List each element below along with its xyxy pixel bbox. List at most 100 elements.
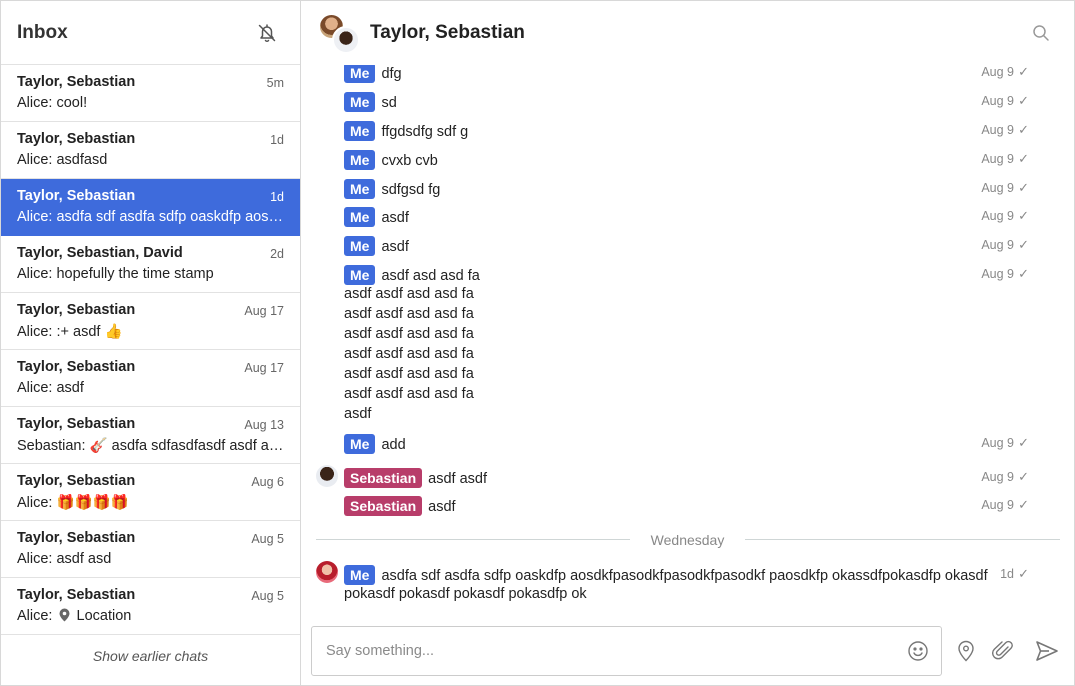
chat-list-item[interactable]: Taylor, Sebastian, David 2d Alice: hopef…	[1, 236, 300, 293]
chat-list-item[interactable]: Taylor, Sebastian 1d Alice: asdfasd	[1, 122, 300, 179]
chat-name: Taylor, Sebastian	[17, 416, 136, 432]
chat-time: 1d	[270, 190, 284, 204]
sent-check-icon: ✓	[1018, 151, 1029, 166]
message-line: asdf asdf asd asd fa	[344, 326, 474, 342]
sender-badge: Sebastian	[344, 468, 423, 488]
my-avatar	[316, 561, 338, 583]
search-button[interactable]	[1032, 24, 1050, 42]
sent-check-icon: ✓	[1018, 93, 1029, 108]
chat-time: 1d	[270, 133, 284, 147]
chat-time: Aug 6	[251, 475, 284, 489]
chat-list-item-selected[interactable]: Taylor, Sebastian 1d Alice: asdfa sdf as…	[1, 179, 300, 236]
chat-name: Taylor, Sebastian	[17, 131, 136, 147]
message: Me sdfgsd fg Aug 9 ✓	[344, 179, 1044, 199]
sent-check-icon: ✓	[1018, 65, 1029, 79]
sender-badge: Me	[344, 121, 376, 141]
message-line: asdf	[344, 406, 372, 422]
show-earlier-chats-link[interactable]: Show earlier chats	[1, 648, 300, 664]
message-composer	[311, 626, 942, 676]
sender-badge: Me	[344, 179, 376, 199]
location-pin-icon	[59, 608, 69, 622]
conversation-header: Taylor, Sebastian	[301, 1, 1074, 65]
chat-name: Taylor, Sebastian	[17, 359, 136, 375]
chat-list-item[interactable]: Taylor, Sebastian Aug 5 Alice: Location	[1, 578, 300, 635]
message: Me asdf Aug 9 ✓	[344, 236, 1044, 256]
chat-name: Taylor, Sebastian	[17, 473, 136, 489]
sent-check-icon: ✓	[1018, 497, 1029, 512]
share-location-button[interactable]	[955, 639, 977, 663]
message-continuation: asdf asdf asd asd fa asdf asdf asd asd f…	[344, 284, 474, 424]
message-time: 1d	[1000, 567, 1014, 581]
message-line: asdf asdf asd asd fa	[344, 286, 474, 302]
send-button[interactable]	[1035, 640, 1059, 662]
chat-list-item[interactable]: Taylor, Sebastian Aug 5 Alice: asdf asd	[1, 521, 300, 578]
chat-time: 5m	[266, 76, 284, 90]
emoji-icon	[908, 641, 928, 661]
message-text: asdf asdf	[428, 471, 487, 487]
message: Me sd Aug 9 ✓	[344, 92, 1044, 112]
message-line: asdf asdf asd asd fa	[344, 306, 474, 322]
paperclip-icon	[992, 640, 1013, 660]
conversation-panel: Taylor, Sebastian Me dfg Aug 9 ✓ Me sd Aug…	[301, 1, 1074, 685]
chat-name: Taylor, Sebastian	[17, 302, 136, 318]
message-time: Aug 9	[981, 470, 1014, 484]
conversation-title: Taylor, Sebastian	[370, 22, 525, 43]
message-time: Aug 9	[981, 436, 1014, 450]
message-time: Aug 9	[981, 152, 1014, 166]
sender-badge: Me	[344, 207, 376, 227]
message-time: Aug 9	[981, 209, 1014, 223]
chat-name: Taylor, Sebastian	[17, 587, 136, 603]
chat-list-item[interactable]: Taylor, Sebastian Aug 17 Alice: asdf	[1, 350, 300, 407]
message: Sebastian asdf Aug 9 ✓	[344, 496, 1044, 516]
chat-time: 2d	[270, 247, 284, 261]
message-list: Me dfg Aug 9 ✓ Me sd Aug 9 ✓ Me ffgdsdfg sd…	[301, 65, 1074, 610]
message: Me add Aug 9 ✓	[344, 434, 1044, 454]
inbox-title: Inbox	[17, 22, 68, 43]
message-line: asdf asdf asd asd fa	[344, 346, 474, 362]
message-time: Aug 9	[981, 123, 1014, 137]
inbox-header: Inbox	[1, 1, 300, 65]
message-text: add	[381, 437, 406, 453]
chat-name: Taylor, Sebastian	[17, 530, 136, 546]
message-text: asdfa sdf asdfa sdfp oaskdfp aosdkfpasod…	[381, 568, 988, 584]
message-text: sd	[381, 95, 397, 111]
sent-check-icon: ✓	[1018, 122, 1029, 137]
chat-preview: Alice: hopefully the time stamp	[17, 266, 214, 282]
chat-preview: Alice: asdfasd	[17, 152, 108, 168]
message-text: dfg	[381, 66, 402, 82]
chat-list-item[interactable]: Taylor, Sebastian Aug 17 Alice: :+ asdf …	[1, 293, 300, 350]
chat-list-item[interactable]: Taylor, Sebastian Aug 13 Sebastian: 🎸 as…	[1, 407, 300, 464]
chat-time: Aug 5	[251, 532, 284, 546]
send-icon	[1036, 641, 1058, 661]
emoji-button[interactable]	[907, 640, 929, 662]
chat-list-item[interactable]: Taylor, Sebastian Aug 6 Alice: 🎁🎁🎁🎁	[1, 464, 300, 521]
chat-preview: Alice: 🎁🎁🎁🎁	[17, 495, 129, 511]
message-line: pokasdf pokasdf pokasdf pokasdfp ok	[344, 586, 587, 602]
message-text: asdf asd asd fa	[381, 268, 480, 284]
chat-preview: Alice: :+ asdf 👍	[17, 324, 123, 340]
chat-time: Aug 17	[244, 361, 284, 375]
chat-list: Taylor, Sebastian 5m Alice: cool! Taylor…	[1, 65, 300, 635]
location-pin-icon	[958, 640, 974, 662]
sender-badge: Me	[344, 565, 376, 585]
attach-file-button[interactable]	[992, 639, 1014, 663]
mute-notifications-button[interactable]	[255, 21, 279, 45]
sent-check-icon: ✓	[1018, 469, 1029, 484]
chat-preview: Alice: Location	[17, 608, 285, 624]
chat-app: Inbox Taylor, Sebastian 5m Alice: cool! …	[0, 0, 1075, 686]
message: Me asdf asd asd fa Aug 9 ✓	[344, 265, 1044, 285]
chat-preview: Alice: asdf asd	[17, 551, 112, 567]
chat-name: Taylor, Sebastian, David	[17, 245, 183, 261]
bell-off-icon	[258, 24, 276, 43]
inbox-sidebar: Inbox Taylor, Sebastian 5m Alice: cool! …	[1, 1, 301, 685]
message-continuation: pokasdf pokasdf pokasdf pokasdfp ok	[344, 584, 587, 604]
sent-check-icon: ✓	[1018, 208, 1029, 223]
message-time: Aug 9	[981, 498, 1014, 512]
message-input[interactable]	[312, 627, 897, 675]
chat-preview: Alice: asdf	[17, 380, 84, 396]
chat-list-item[interactable]: Taylor, Sebastian 5m Alice: cool!	[1, 65, 300, 122]
chat-preview: Alice: cool!	[17, 95, 88, 111]
message: Sebastian asdf asdf Aug 9 ✓	[344, 468, 1044, 488]
message-text: ffgdsdfg sdf g	[381, 124, 469, 140]
chat-time: Aug 17	[244, 304, 284, 318]
